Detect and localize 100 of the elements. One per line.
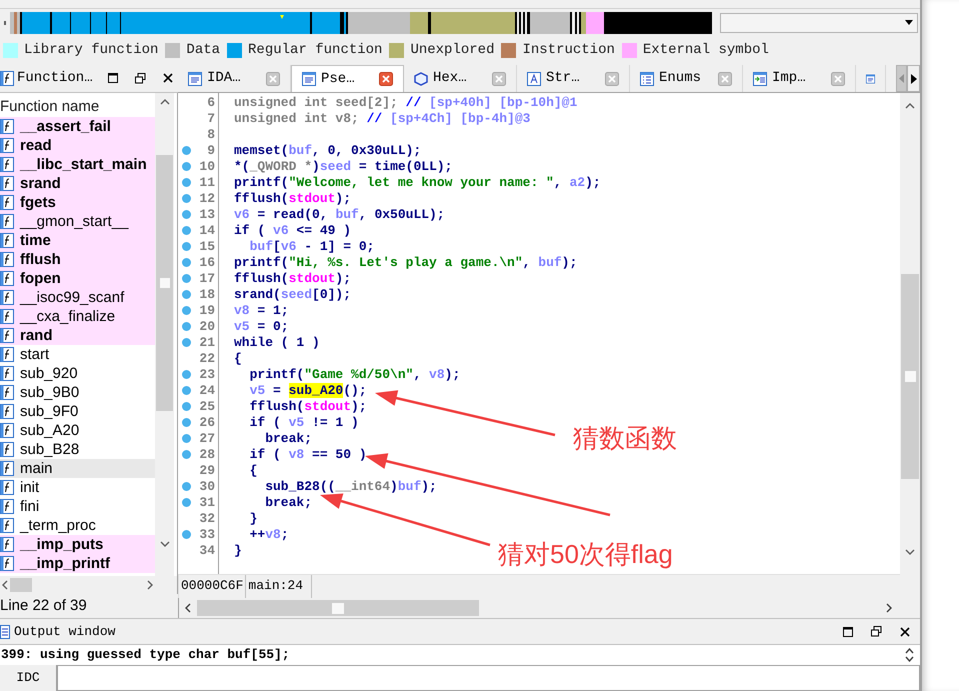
function-icon	[0, 176, 14, 191]
scroll-thumb[interactable]	[10, 578, 32, 592]
code-line: v8 = 1;	[234, 303, 289, 318]
function-row[interactable]: rand	[0, 326, 155, 345]
code-line: buf[v6 - 1] = 0;	[248, 239, 374, 254]
maximize-icon[interactable]	[843, 626, 853, 637]
line-number: 23	[199, 367, 215, 383]
function-row[interactable]: fopen	[0, 269, 155, 288]
function-row[interactable]: __imp_puts	[0, 535, 155, 554]
function-row[interactable]: read	[0, 136, 155, 155]
command-input-field[interactable]	[57, 665, 920, 691]
function-row[interactable]: __assert_fail	[0, 117, 155, 136]
function-icon	[0, 385, 14, 400]
function-row[interactable]: __libc_start_main	[0, 155, 155, 174]
function-row[interactable]: main	[0, 459, 155, 478]
navigation-band-drawing[interactable]	[10, 12, 712, 34]
code-line: fflush(stdout);	[234, 271, 352, 286]
tab[interactable]: Pse…	[291, 65, 404, 92]
function-row[interactable]: srand	[0, 174, 155, 193]
line-number: 27	[199, 431, 215, 447]
scroll-up-icon[interactable]	[160, 99, 170, 105]
line-number: 21	[199, 335, 215, 351]
close-icon[interactable]	[162, 73, 173, 83]
close-icon[interactable]	[900, 626, 910, 637]
window-icon	[0, 624, 10, 639]
horizontal-scrollbar[interactable]	[0, 576, 178, 594]
function-icon	[0, 271, 14, 286]
dropdown[interactable]	[720, 12, 918, 32]
function-row[interactable]: __gmon_start__	[0, 212, 155, 231]
window-icon	[188, 72, 202, 86]
code-line: fflush(stdout);	[234, 191, 352, 206]
function-icon	[0, 556, 14, 571]
scroll-thumb[interactable]	[156, 155, 173, 411]
function-icon	[0, 195, 14, 210]
line-number: 11	[199, 175, 215, 191]
line-number: 8	[207, 127, 215, 143]
function-icon	[0, 290, 14, 305]
line-number: 25	[199, 399, 215, 415]
scroll-right-icon[interactable]	[147, 580, 153, 590]
function-icon	[0, 309, 14, 324]
function-row[interactable]: time	[0, 231, 155, 250]
function-icon	[0, 499, 14, 514]
triangle-left-icon	[899, 74, 904, 83]
scroll-down-icon[interactable]	[905, 549, 915, 555]
vertical-scrollbar[interactable]	[155, 93, 174, 576]
code-line: break;	[264, 495, 312, 510]
line-number: 34	[199, 543, 215, 559]
window-icon	[302, 72, 316, 86]
status-text: Line 22 of 39	[0, 596, 88, 616]
list-icon	[640, 72, 654, 86]
code-line: }	[248, 511, 258, 526]
code-line: srand(seed[0]);	[234, 287, 352, 302]
function-icon	[0, 347, 14, 362]
function-icon	[0, 233, 14, 248]
text-document-icon	[527, 72, 541, 86]
function-icon	[0, 70, 14, 86]
code-line: unsigned int v8; // [sp+4Ch] [bp-4h]@3	[234, 111, 530, 126]
restore-icon[interactable]	[134, 72, 146, 84]
line-number: 10	[199, 159, 215, 175]
code-line: if ( v6 <= 49 )	[234, 223, 352, 238]
code-line: while ( 1 )	[234, 335, 320, 350]
output-message: 399: using guessed type char buf[55];	[0, 646, 290, 664]
code-line: v6 = read(0, buf, 0x50uLL);	[234, 207, 445, 222]
function-row[interactable]: fflush	[0, 250, 155, 269]
column-header[interactable]: Function name	[0, 93, 155, 117]
hexagon-icon	[414, 72, 428, 86]
code-line: printf("Welcome, let me know your name: ", a2);	[234, 175, 601, 190]
code-line: unsigned int seed[2]; // [sp+40h] [bp-10h]@1	[234, 95, 578, 110]
function-row[interactable]: fgets	[0, 193, 155, 212]
function-icon	[0, 537, 14, 552]
caret-icon	[905, 20, 913, 25]
code-line: printf("Game %d/50\n", v8);	[248, 367, 460, 382]
code-line: v5 = sub_A20();	[248, 383, 367, 398]
function-icon	[0, 138, 14, 153]
scroll-down-icon[interactable]	[160, 541, 170, 547]
line-number: 17	[199, 271, 215, 287]
code-line: ++v8;	[248, 527, 289, 542]
scroll-thumb[interactable]	[901, 274, 919, 479]
restore-icon[interactable]	[871, 626, 882, 638]
scroll-thumb[interactable]	[197, 600, 479, 616]
code-line: break;	[264, 431, 312, 446]
code-line: printf("Hi, %s. Let's play a game.\n", buf);	[234, 255, 578, 270]
scroll-left-icon[interactable]	[2, 580, 8, 590]
line-number: 26	[199, 415, 215, 431]
function-row[interactable]: __imp_printf	[0, 554, 155, 573]
legend-label: Unexplored	[410, 40, 494, 60]
scroll-arrows-icon[interactable]	[905, 648, 914, 662]
scroll-up-icon[interactable]	[905, 103, 915, 109]
line-number: 13	[199, 207, 215, 223]
line-number: 30	[199, 479, 215, 495]
line-number: 29	[199, 463, 215, 479]
tab-scroll-right-button[interactable]	[907, 65, 920, 92]
function-row[interactable]: __cxa_finalize	[0, 307, 155, 326]
function-row[interactable]: __isoc99_scanf	[0, 288, 155, 307]
maximize-icon[interactable]	[108, 73, 118, 83]
code-line: *(_QWORD *)seed = time(0LL);	[234, 159, 452, 174]
function-icon	[0, 157, 14, 172]
scroll-left-icon[interactable]	[185, 603, 191, 613]
scroll-right-icon[interactable]	[886, 603, 892, 613]
code-line: {	[234, 351, 242, 366]
